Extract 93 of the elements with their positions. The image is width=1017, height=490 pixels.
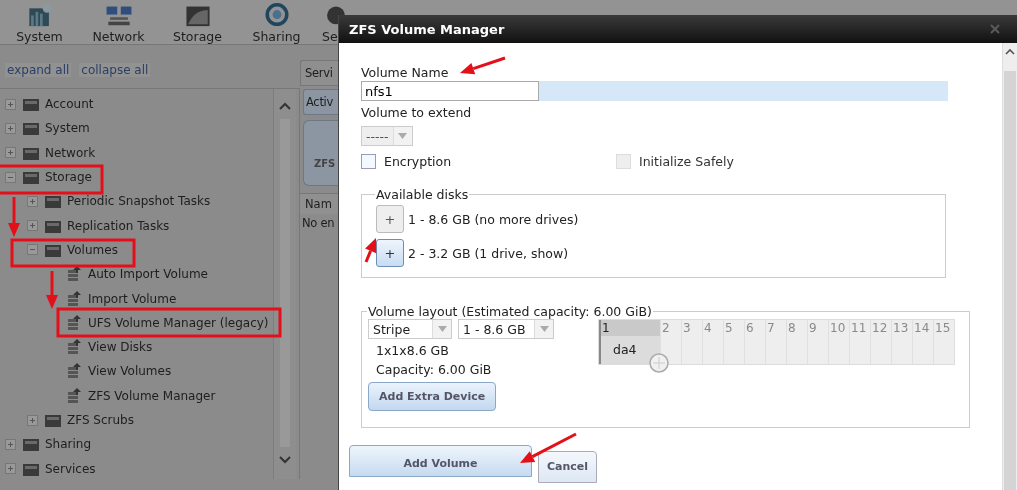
add-disk-button[interactable]: +	[376, 239, 404, 267]
panel-legend: Volume layout (Estimated capacity: 6.00 GiB)	[367, 304, 653, 319]
disk-stack-icon	[65, 362, 83, 381]
toolbar-button[interactable]: Network	[79, 0, 158, 44]
column-number[interactable]: 13	[891, 320, 912, 336]
tree-item[interactable]: Periodic Snapshot Tasks	[0, 189, 273, 214]
column-number[interactable]: 3	[681, 320, 702, 336]
field-label: Volume Name	[361, 65, 449, 81]
collapse-icon[interactable]	[27, 244, 38, 256]
resize-handle-icon[interactable]	[649, 353, 669, 373]
tree-item[interactable]: Storage	[0, 164, 273, 190]
column-number[interactable]: 7	[765, 320, 786, 336]
close-icon[interactable]	[989, 23, 1001, 35]
disk-dropdown[interactable]: 1 - 8.6 GB	[458, 319, 554, 339]
disk-label: 2 - 3.2 GB (1 drive, show)	[408, 245, 569, 261]
disk-stack-icon	[65, 265, 83, 284]
tree-item[interactable]: UFS Volume Manager (legacy)	[0, 310, 273, 335]
add-volume-button[interactable]: Add Volume	[349, 445, 532, 477]
column-number[interactable]: 10	[828, 320, 849, 336]
tree-item[interactable]: Import Volume	[0, 286, 273, 311]
layout-summary: 1x1x8.6 GB	[375, 343, 450, 358]
sharing-icon	[262, 3, 291, 27]
tree-item[interactable]: Network	[0, 140, 273, 165]
dropdown-arrow-icon	[539, 326, 549, 332]
column-number[interactable]: 4	[702, 320, 723, 336]
scroll-down-icon[interactable]	[278, 455, 292, 465]
add-extra-device-button[interactable]: Add Extra Device	[368, 382, 497, 411]
field-label: Volume to extend	[361, 105, 472, 121]
volume-name-field[interactable]: nfs1	[361, 81, 539, 101]
expand-icon[interactable]	[5, 438, 16, 450]
annotation-arrow	[8, 197, 20, 237]
toolbar-button[interactable]: Storage	[158, 0, 237, 44]
column-number[interactable]: 15	[933, 320, 954, 336]
column-number[interactable]: 6	[744, 320, 765, 336]
tree-item[interactable]: ZFS Volume Manager	[0, 383, 273, 408]
dropdown-arrow-icon	[437, 326, 447, 332]
collapse-icon[interactable]	[5, 171, 16, 183]
expand-icon[interactable]	[27, 220, 38, 232]
disk-stack-icon	[65, 386, 83, 405]
column-number[interactable]: 11	[849, 320, 870, 336]
tree-item[interactable]: Auto Import Volume	[0, 262, 273, 287]
cancel-button[interactable]: Cancel	[538, 451, 598, 483]
annotation-arrow	[46, 271, 58, 309]
column-number[interactable]: 8	[786, 320, 807, 336]
disk-stack-icon	[65, 289, 83, 308]
disk-grid[interactable]: 1 2 3 4 5 6 7 8 9 10 11 12 13 14 15 da4	[598, 319, 955, 365]
tree-link[interactable]: collapse all	[79, 63, 151, 77]
expand-icon[interactable]	[27, 195, 38, 207]
tree-item[interactable]: View Disks	[0, 334, 273, 360]
dialog-title: ZFS Volume Manager	[349, 21, 505, 37]
scroll-up-icon[interactable]	[278, 101, 292, 111]
tree-item[interactable]: System	[0, 116, 273, 141]
toolbar-button[interactable]: System	[0, 0, 79, 44]
column-number[interactable]: 1	[599, 320, 660, 336]
tree-item[interactable]: Account	[0, 92, 273, 117]
dropdown-arrow-icon	[398, 133, 408, 139]
tree-item[interactable]: Services	[0, 456, 273, 481]
column-number[interactable]: 12	[870, 320, 891, 336]
tab[interactable]: Servi	[300, 60, 338, 86]
expand-icon[interactable]	[5, 98, 16, 110]
empty-text: No en	[301, 215, 336, 232]
disk-stack-icon	[65, 338, 83, 357]
expand-icon[interactable]	[5, 122, 16, 134]
toolbar-button[interactable]: Activ	[303, 89, 338, 115]
scroll-up-icon[interactable]	[1004, 47, 1016, 57]
tree-item[interactable]: Sharing	[0, 432, 273, 457]
panel-legend: Available disks	[375, 187, 470, 202]
tile-button[interactable]: ZFS	[303, 120, 338, 186]
column-header[interactable]: Nam	[300, 193, 338, 214]
column-number[interactable]: 14	[912, 320, 933, 336]
disk-label: 1 - 8.6 GB (no more drives)	[408, 211, 579, 227]
capacity-text: Capacity: 6.00 GiB	[375, 362, 493, 377]
tree-item[interactable]: ZFS Scrubs	[0, 407, 273, 433]
disk-stack-icon	[65, 313, 83, 332]
expand-icon[interactable]	[27, 414, 38, 426]
column-number[interactable]: 5	[723, 320, 744, 336]
column-number[interactable]: 2	[660, 320, 681, 336]
expand-icon[interactable]	[5, 147, 16, 159]
layout-dropdown[interactable]: Stripe	[368, 319, 452, 339]
checkbox-label: Encryption	[384, 153, 452, 169]
toolbar-button[interactable]: Sharing	[237, 0, 316, 44]
disk-cell: da4	[599, 336, 660, 364]
checkbox-label: Initialize Safely	[639, 153, 734, 169]
tree-item[interactable]: Replication Tasks	[0, 213, 273, 238]
checkbox[interactable]	[361, 153, 376, 169]
annotation-arrow	[364, 238, 377, 263]
tree-item[interactable]: Volumes	[0, 237, 273, 263]
annotation-arrow	[520, 432, 577, 463]
column-number[interactable]: 9	[807, 320, 828, 336]
expand-icon[interactable]	[5, 463, 16, 475]
annotation-arrow	[460, 56, 506, 75]
tree-link[interactable]: expand all	[5, 63, 72, 77]
tree-item[interactable]: View Volumes	[0, 359, 273, 384]
